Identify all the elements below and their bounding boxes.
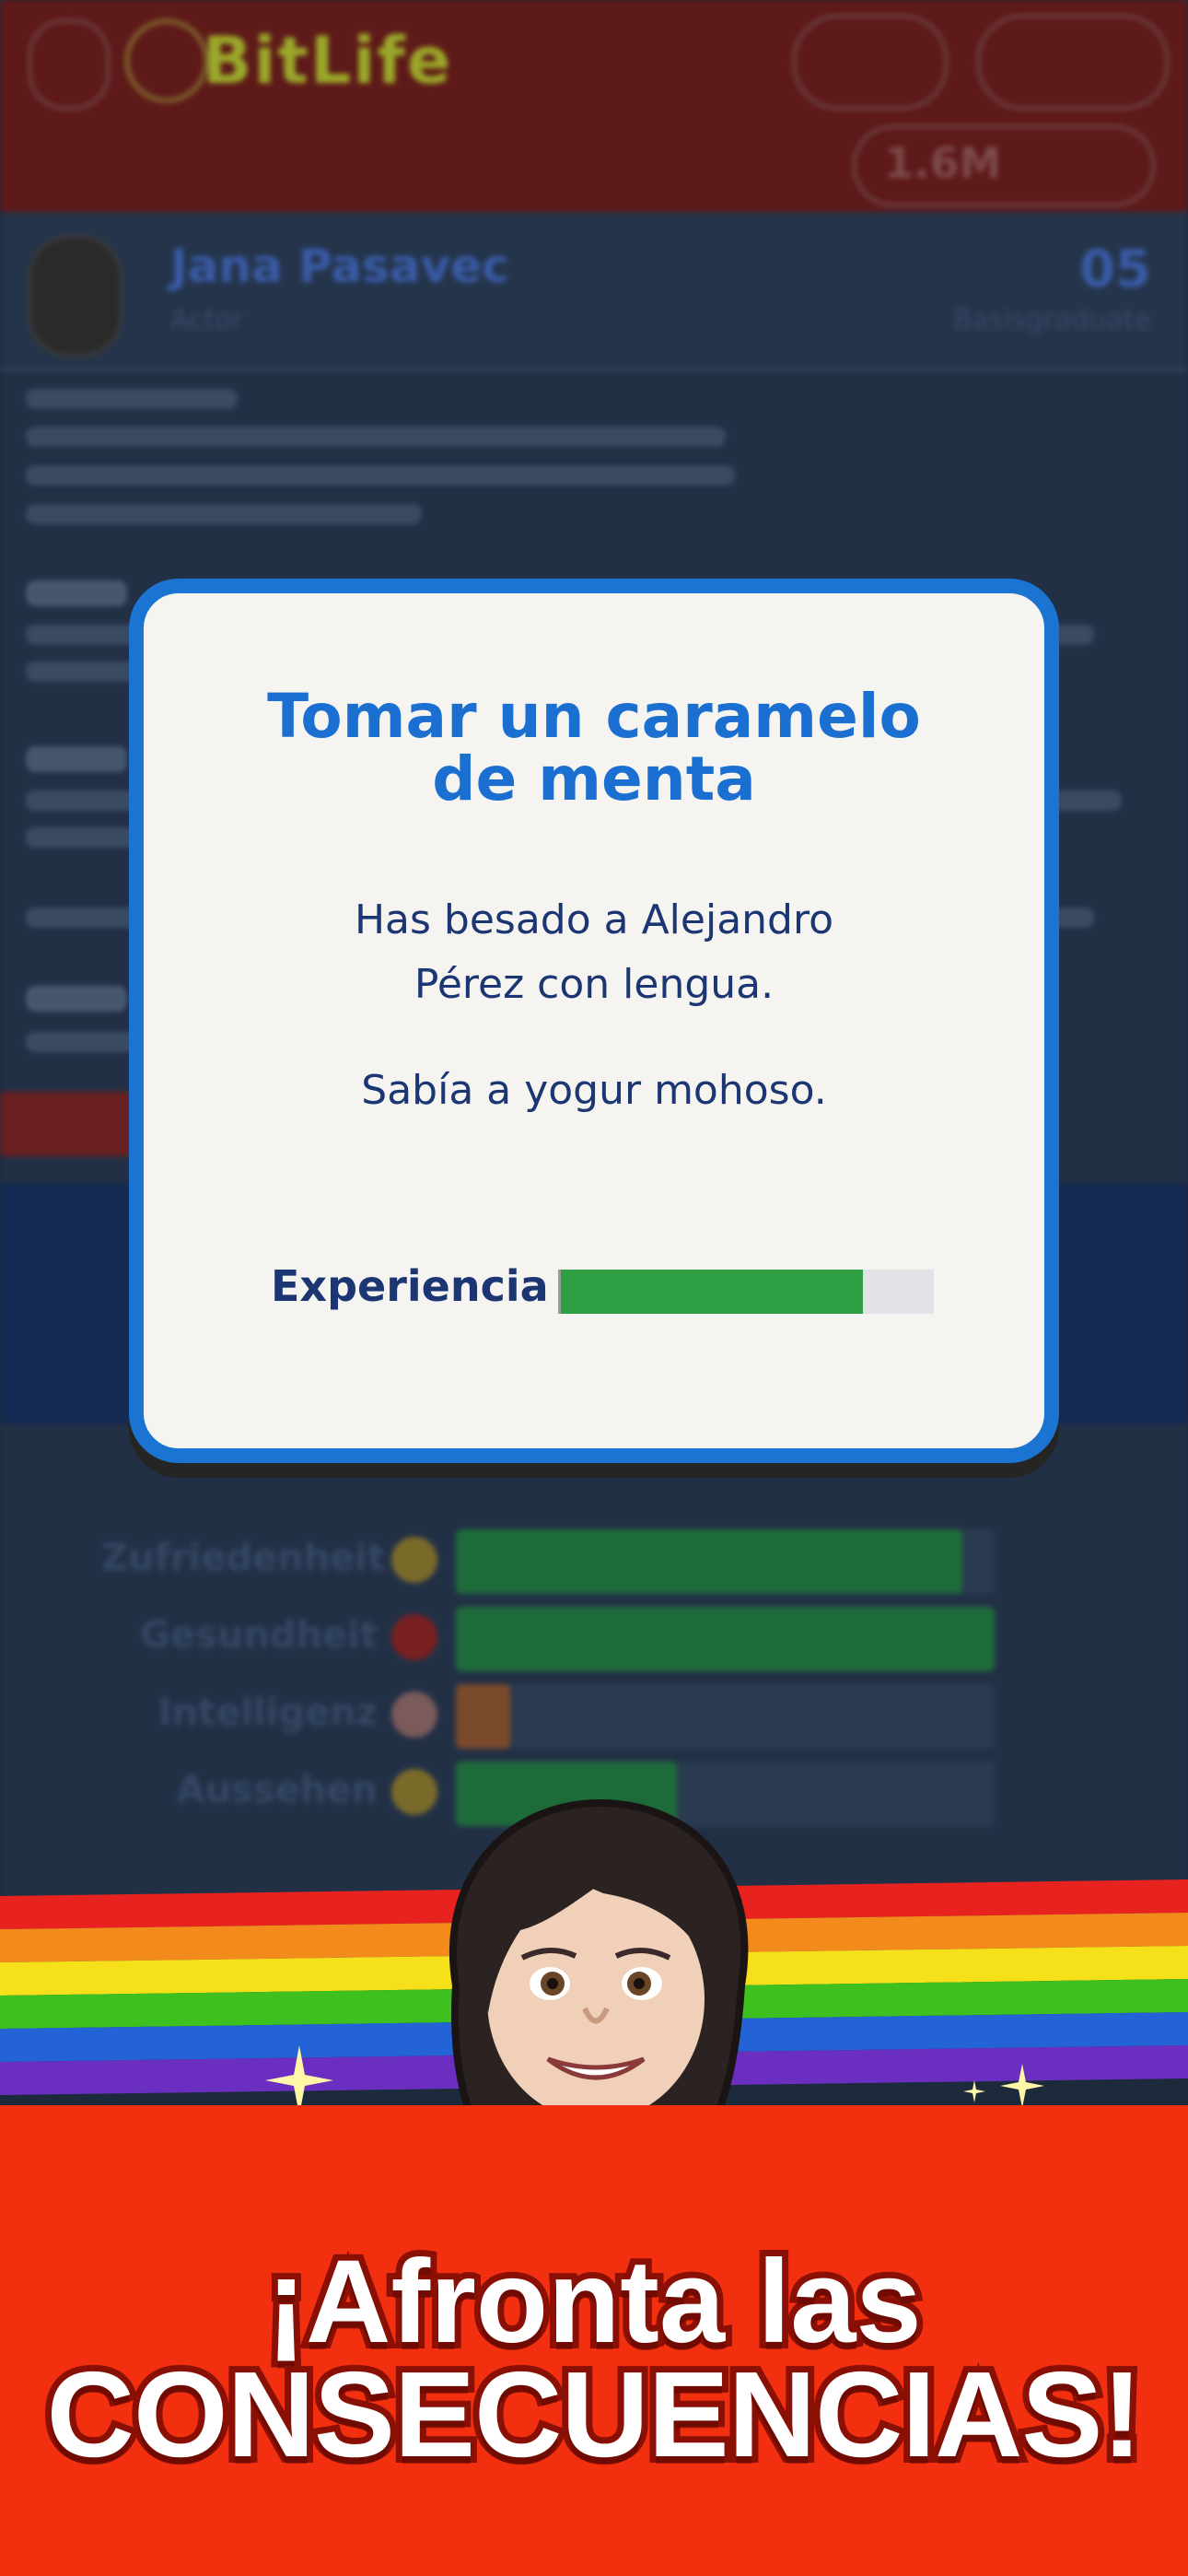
achievements-button: [792, 14, 949, 111]
stat-label: Aussehen: [176, 1769, 378, 1811]
heart-icon: [391, 1614, 437, 1660]
experience-label: Experiencia: [271, 1261, 549, 1311]
app-logo: BitLife: [203, 23, 453, 99]
profile-bar: Jana Pasavec Actor 05 Basisgraduate: [0, 212, 1188, 371]
brain-icon: [391, 1692, 437, 1738]
dialog-title-line: de menta: [432, 744, 756, 814]
stat-label: Intelligenz: [157, 1692, 378, 1734]
dialog-message: Has besado a Alejandro Pérez con lengua.: [144, 888, 1044, 1017]
dialog-message-secondary: Sabía a yogur mohoso.: [361, 1067, 827, 1114]
top-bar: BitLife 1.6M: [0, 0, 1188, 212]
avatar: [28, 235, 122, 357]
smile-icon: [391, 1537, 437, 1583]
dialog-message-line: Pérez con lengua.: [413, 961, 775, 1008]
money-value: 1.6M: [884, 138, 1002, 188]
bitizen-button: [976, 14, 1170, 111]
stat-bar-fill: [456, 1684, 510, 1749]
dialog-title: Tomar un caramelo de menta: [144, 685, 1044, 811]
experience-bar-fill: [561, 1270, 864, 1314]
profile-age: 05: [1079, 240, 1151, 299]
dialog-message-line: Has besado a Alejandro: [354, 896, 834, 943]
experience-bar: [558, 1270, 934, 1314]
settings-icon: [28, 18, 111, 111]
profile-status: Basisgraduate: [953, 304, 1151, 336]
event-dialog[interactable]: Tomar un caramelo de menta Has besado a …: [129, 579, 1059, 1463]
profile-job: Actor: [170, 304, 243, 336]
profile-name: Jana Pasavec: [170, 240, 509, 293]
stat-label: Gesundheit: [140, 1614, 378, 1657]
stat-label: Zufriedenheit: [101, 1537, 386, 1579]
stat-bar-fill: [456, 1607, 995, 1671]
logo-mark-icon: [124, 18, 209, 103]
stat-bar-fill: [456, 1529, 962, 1594]
dialog-title-line: Tomar un caramelo: [267, 681, 921, 752]
promo-banner: ¡Afronta las CONSECUENCIAS!: [0, 2105, 1188, 2576]
character-avatar: [448, 1798, 749, 2151]
banner-line-2: CONSECUENCIAS!: [41, 2340, 1149, 2488]
